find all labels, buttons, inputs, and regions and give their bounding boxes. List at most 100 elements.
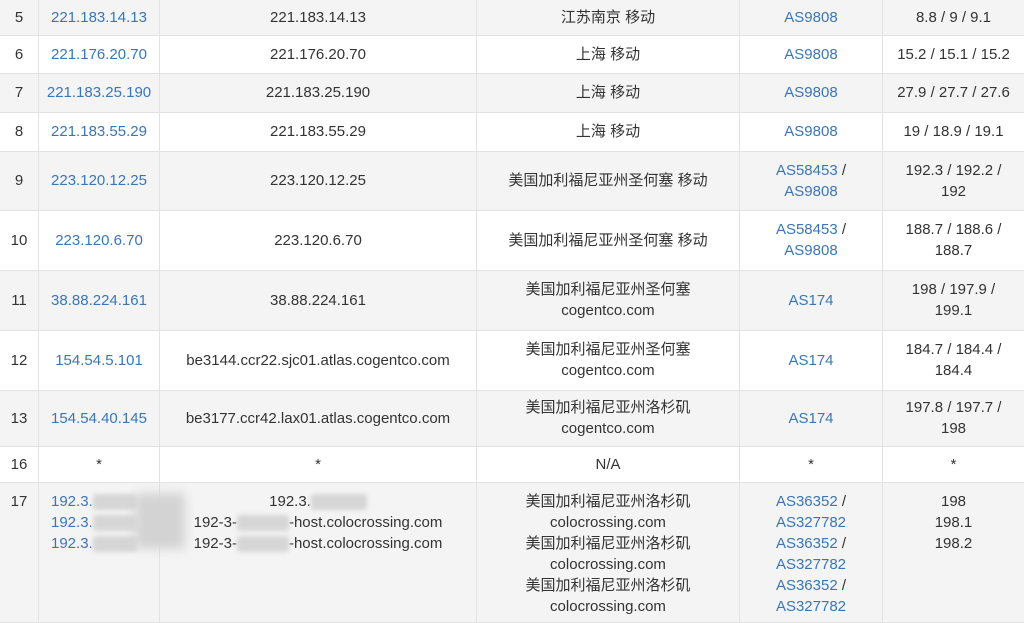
hostname: 221.183.25.190 — [160, 73, 477, 112]
asn-link[interactable]: AS58453 — [776, 162, 838, 179]
geo-location: 美国加利福尼亚州圣何塞 移动 — [477, 151, 740, 210]
hop-number: 12 — [0, 330, 39, 390]
asn-link[interactable]: AS327782 — [776, 514, 846, 531]
hostname-suffix: -host.colocrossing.com — [289, 535, 442, 552]
rtt-line: 198.1 — [883, 512, 1024, 533]
asn-link[interactable]: AS9808 — [784, 46, 837, 63]
rtt-line: 197.8 / 197.7 / — [883, 397, 1024, 418]
redacted-blur — [135, 493, 185, 549]
hostname: 223.120.12.25 — [160, 151, 477, 210]
geo-line: 美国加利福尼亚州洛杉矶 — [477, 575, 739, 596]
asn-link[interactable]: AS174 — [788, 410, 833, 427]
ip-link[interactable]: 154.54.5.101 — [55, 352, 143, 369]
rtt-values: 15.2 / 15.1 / 15.2 — [883, 35, 1024, 73]
geo-location: 上海 移动 — [477, 112, 740, 151]
asn-link[interactable]: AS327782 — [776, 556, 846, 573]
asn-link[interactable]: AS36352 — [776, 493, 838, 510]
geo-location: 美国加利福尼亚州圣何塞 cogentco.com — [477, 330, 740, 390]
asn-link[interactable]: AS36352 — [776, 535, 838, 552]
ip-link[interactable]: 223.120.12.25 — [51, 172, 147, 189]
rtt-values: 8.8 / 9 / 9.1 — [883, 0, 1024, 35]
rtt-values: 19 / 18.9 / 19.1 — [883, 112, 1024, 151]
asn-link[interactable]: AS9808 — [784, 183, 837, 200]
redacted-blur — [93, 515, 137, 531]
rtt-line: 184.7 / 184.4 / — [883, 339, 1024, 360]
geo-location: 上海 移动 — [477, 35, 740, 73]
asn-link[interactable]: AS9808 — [784, 123, 837, 140]
table-row: 6 221.176.20.70 221.176.20.70 上海 移动 AS98… — [0, 35, 1024, 73]
table-row: 8 221.183.55.29 221.183.55.29 上海 移动 AS98… — [0, 112, 1024, 151]
rtt-values: 192.3 / 192.2 / 192 — [883, 151, 1024, 210]
ip-link[interactable]: 192.3. — [51, 493, 93, 510]
rtt-line: 188.7 — [883, 240, 1024, 261]
asn-separator: / — [838, 577, 846, 594]
hostname: 221.176.20.70 — [160, 35, 477, 73]
asn-cell: AS36352 / AS327782 AS36352 / AS327782 AS… — [740, 482, 883, 622]
geo-domain: colocrossing.com — [477, 554, 739, 575]
geo-domain: cogentco.com — [477, 360, 739, 381]
asn-cell: AS58453 / AS9808 — [740, 151, 883, 210]
rtt-values: 27.9 / 27.7 / 27.6 — [883, 73, 1024, 112]
ip-link[interactable]: 192.3. — [51, 535, 93, 552]
asn-link[interactable]: AS9808 — [784, 242, 837, 259]
asn-separator: / — [838, 221, 846, 238]
geo-location: N/A — [477, 446, 740, 482]
rtt-line: 198.2 — [883, 533, 1024, 554]
asn-link[interactable]: AS174 — [788, 352, 833, 369]
asn-link[interactable]: AS9808 — [784, 9, 837, 26]
asn-link[interactable]: AS327782 — [776, 598, 846, 615]
table-row: 5 221.183.14.13 221.183.14.13 江苏南京 移动 AS… — [0, 0, 1024, 35]
hop-number: 7 — [0, 73, 39, 112]
rtt-values: 198 / 197.9 / 199.1 — [883, 270, 1024, 330]
rtt-values: * — [883, 446, 1024, 482]
asn-link[interactable]: AS36352 — [776, 577, 838, 594]
geo-location: 上海 移动 — [477, 73, 740, 112]
geo-line: 美国加利福尼亚州洛杉矶 — [477, 397, 739, 418]
ip-link[interactable]: 154.54.40.145 — [51, 410, 147, 427]
ip-link[interactable]: 221.183.55.29 — [51, 123, 147, 140]
traceroute-table: 5 221.183.14.13 221.183.14.13 江苏南京 移动 AS… — [0, 0, 1024, 623]
rtt-line: 184.4 — [883, 360, 1024, 381]
ip-link[interactable]: 38.88.224.161 — [51, 292, 147, 309]
asn-link[interactable]: AS174 — [788, 292, 833, 309]
hostname: 192.3. — [269, 493, 311, 510]
hop-number: 17 — [0, 482, 39, 622]
rtt-line: 192.3 / 192.2 / — [883, 160, 1024, 181]
rtt-line: 188.7 / 188.6 / — [883, 219, 1024, 240]
ip-link[interactable]: 221.176.20.70 — [51, 46, 147, 63]
geo-location: 美国加利福尼亚州洛杉矶 colocrossing.com 美国加利福尼亚州洛杉矶… — [477, 482, 740, 622]
asn-separator: / — [838, 535, 846, 552]
ip-link[interactable]: 192.3. — [51, 514, 93, 531]
hop-number: 11 — [0, 270, 39, 330]
hop-number: 6 — [0, 35, 39, 73]
geo-domain: colocrossing.com — [477, 596, 739, 617]
redacted-blur — [237, 515, 289, 531]
rtt-values: 198 198.1 198.2 — [883, 482, 1024, 622]
hop-number: 13 — [0, 390, 39, 446]
table-row: 11 38.88.224.161 38.88.224.161 美国加利福尼亚州圣… — [0, 270, 1024, 330]
table-row: 7 221.183.25.190 221.183.25.190 上海 移动 AS… — [0, 73, 1024, 112]
hostname-prefix: 192-3- — [194, 514, 237, 531]
table-row: 17 192.3. 192.3. 192.3. 192.3. 192-3- -ho… — [0, 482, 1024, 622]
rtt-line: 198 — [883, 491, 1024, 512]
asn-link[interactable]: AS58453 — [776, 221, 838, 238]
hostname-prefix: 192-3- — [194, 535, 237, 552]
ip-link[interactable]: 221.183.14.13 — [51, 9, 147, 26]
rtt-values: 188.7 / 188.6 / 188.7 — [883, 210, 1024, 270]
table-row: 9 223.120.12.25 223.120.12.25 美国加利福尼亚州圣何… — [0, 151, 1024, 210]
geo-domain: cogentco.com — [477, 300, 739, 321]
rtt-values: 197.8 / 197.7 / 198 — [883, 390, 1024, 446]
hostname: be3177.ccr42.lax01.atlas.cogentco.com — [160, 390, 477, 446]
asn-link[interactable]: AS9808 — [784, 84, 837, 101]
ip-link[interactable]: 221.183.25.190 — [47, 84, 151, 101]
rtt-line: 192 — [883, 181, 1024, 202]
geo-domain: cogentco.com — [477, 418, 739, 439]
geo-location: 美国加利福尼亚州圣何塞 移动 — [477, 210, 740, 270]
rtt-line: 199.1 — [883, 300, 1024, 321]
hostname: be3144.ccr22.sjc01.atlas.cogentco.com — [160, 330, 477, 390]
hostname-suffix: -host.colocrossing.com — [289, 514, 442, 531]
table-row: 13 154.54.40.145 be3177.ccr42.lax01.atla… — [0, 390, 1024, 446]
hostname: 221.183.14.13 — [160, 0, 477, 35]
ip-link[interactable]: 223.120.6.70 — [55, 232, 143, 249]
hop-number: 10 — [0, 210, 39, 270]
